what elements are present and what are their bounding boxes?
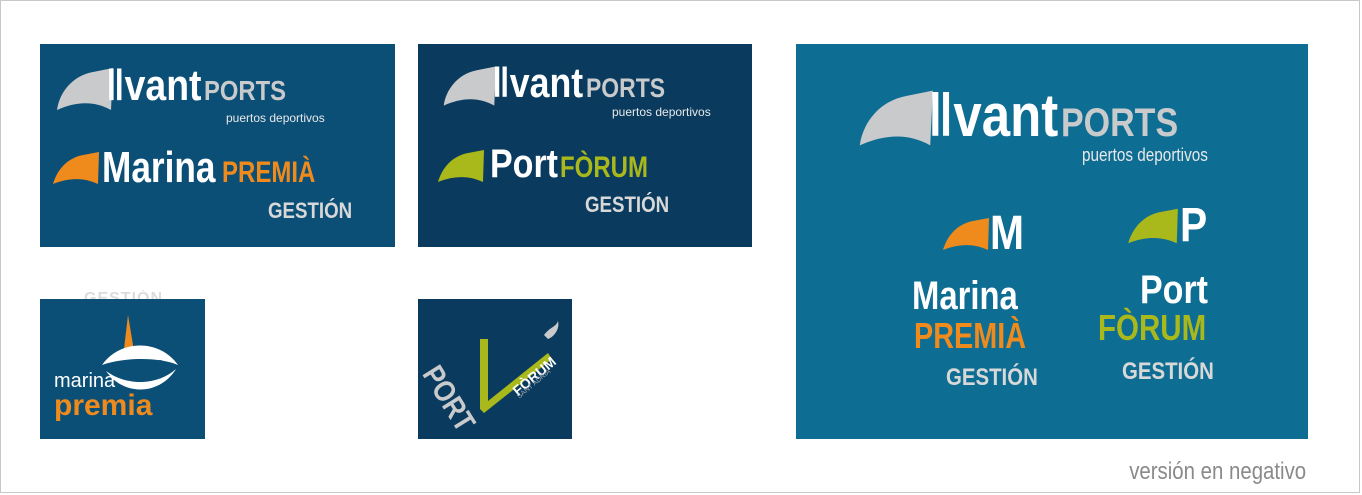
port-gestion: GESTIÓN [585, 192, 670, 217]
big-port-gestion: GESTIÓN [1122, 358, 1214, 385]
marina-gestion: GESTIÓN [268, 198, 353, 223]
port-name: Port [490, 142, 558, 186]
marina-accent: PREMIÀ [221, 156, 316, 189]
big-marina-gestion: GESTIÓN [946, 364, 1038, 391]
orange-flag-icon [943, 218, 989, 250]
marina-name: Marina [102, 143, 216, 192]
big-port-accent: FÒRUM [1098, 307, 1207, 348]
avantports-tagline: puertos deportivos [612, 105, 711, 119]
big-port-name: Port [1140, 268, 1208, 312]
panel-large-negative: ‖vantPORTS puertos deportivos M Marina P… [796, 44, 1308, 439]
orange-flag-icon [53, 152, 99, 184]
big-p-letter: P [1180, 199, 1208, 252]
badge-marina-word: marina [54, 370, 116, 392]
avantports-brand: ‖vant [928, 82, 1059, 149]
grey-flag-icon [443, 66, 497, 106]
port-accent: FÒRUM [560, 151, 648, 184]
panel-marina-premia-badge: marina premia [40, 299, 205, 439]
lime-flag-icon [438, 150, 484, 182]
avantports-tagline: puertos deportivos [1082, 145, 1208, 165]
panel-avantports-port: ‖vant PORTS puertos deportivos PortFÒRUM … [418, 44, 752, 247]
avantports-tagline: puertos deportivos [226, 111, 325, 125]
grey-flag-icon [859, 90, 933, 146]
caption-negative-version: versión en negativo [1129, 458, 1306, 485]
panel-port-forum-badge: PORT FÒRUM SANT ADRIÀ [418, 299, 572, 439]
big-marina-name: Marina [912, 274, 1018, 318]
lime-flag-icon [1128, 208, 1178, 244]
avantports-ports: PORTS [1061, 101, 1179, 145]
big-m-letter: M [990, 207, 1024, 260]
avantports-brand: ‖vant [106, 61, 202, 110]
panel-avantports-marina: ‖vant PORTS puertos deportivos Marina PREM… [40, 44, 395, 247]
big-marina-accent: PREMIÀ [914, 315, 1027, 356]
avantports-ports: PORTS [586, 73, 666, 103]
avantports-brand: ‖vant [492, 59, 584, 106]
avantports-ports: PORTS [204, 75, 287, 106]
badge-premia-word: premia [54, 389, 153, 422]
